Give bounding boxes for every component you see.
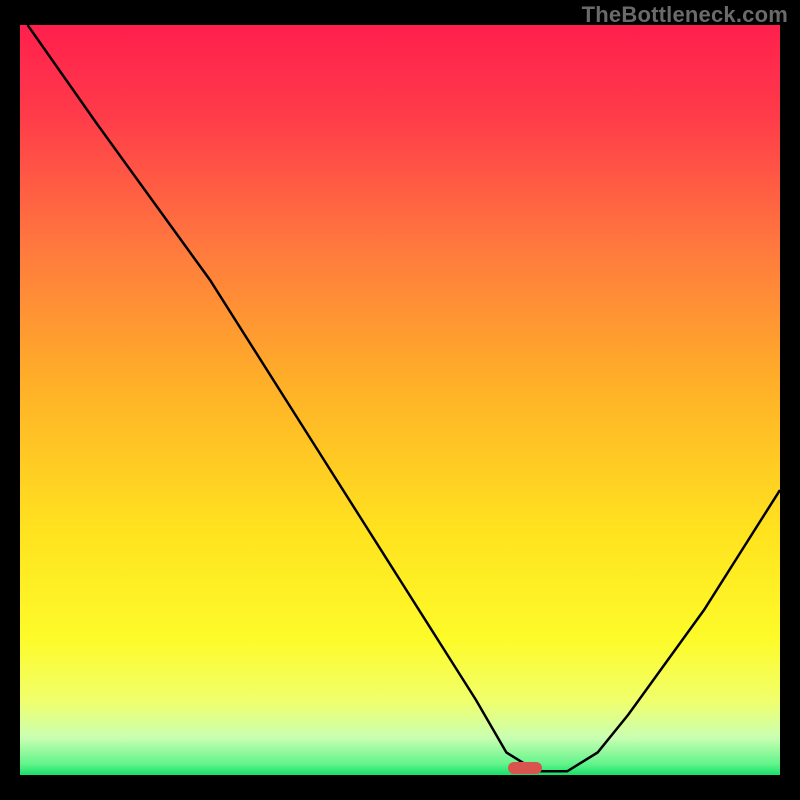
bottleneck-curve — [20, 25, 780, 775]
watermark-text: TheBottleneck.com — [582, 2, 788, 28]
chart-frame: TheBottleneck.com — [0, 0, 800, 800]
optimum-marker — [508, 762, 542, 774]
chart-plot — [20, 25, 780, 775]
